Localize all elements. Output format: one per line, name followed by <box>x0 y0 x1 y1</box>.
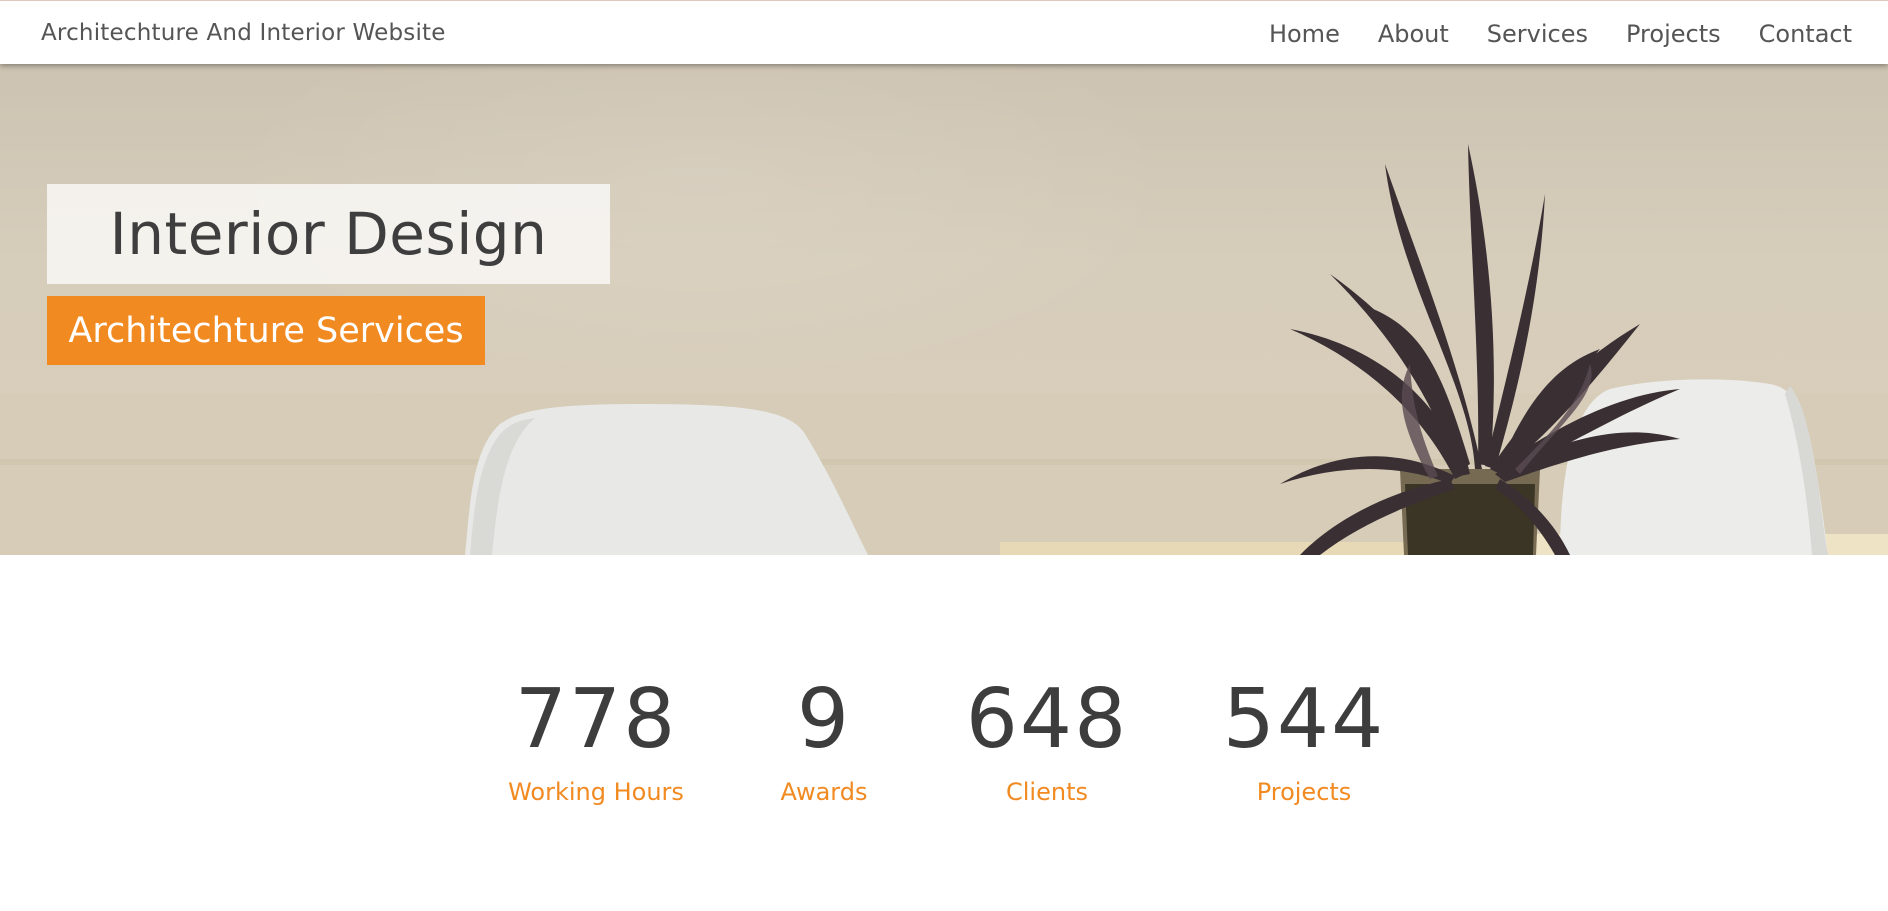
stat-clients: 648 Clients <box>937 670 1157 806</box>
stat-label: Projects <box>1256 778 1352 806</box>
stat-label: Awards <box>780 778 868 806</box>
nav-about-link[interactable]: About <box>1378 20 1449 48</box>
nav-menu: Home About Services Projects Contact <box>1231 20 1852 48</box>
nav-home-link[interactable]: Home <box>1269 20 1340 48</box>
hero-title: Interior Design <box>109 200 548 268</box>
hero-subtitle-box[interactable]: Architechture Services <box>47 296 485 365</box>
stat-label: Working Hours <box>508 778 684 806</box>
nav-services-link[interactable]: Services <box>1487 20 1588 48</box>
nav-projects-link[interactable]: Projects <box>1626 20 1721 48</box>
stat-value: 9 <box>796 672 852 767</box>
brand-link[interactable]: Architechture And Interior Website <box>41 20 446 46</box>
stat-label: Clients <box>1006 778 1088 806</box>
stat-working-hours: 778 Working Hours <box>486 670 706 806</box>
stat-value: 544 <box>1222 672 1386 767</box>
navbar: Architechture And Interior Website Home … <box>0 0 1888 64</box>
stat-value: 778 <box>514 672 678 767</box>
nav-contact-link[interactable]: Contact <box>1759 20 1852 48</box>
stat-value: 648 <box>965 672 1129 767</box>
hero-banner: Interior Design Architechture Services <box>0 64 1888 555</box>
stat-awards: 9 Awards <box>714 670 934 806</box>
hero-subtitle: Architechture Services <box>68 310 464 351</box>
hero-title-box: Interior Design <box>47 184 610 284</box>
stat-projects: 544 Projects <box>1194 670 1414 806</box>
